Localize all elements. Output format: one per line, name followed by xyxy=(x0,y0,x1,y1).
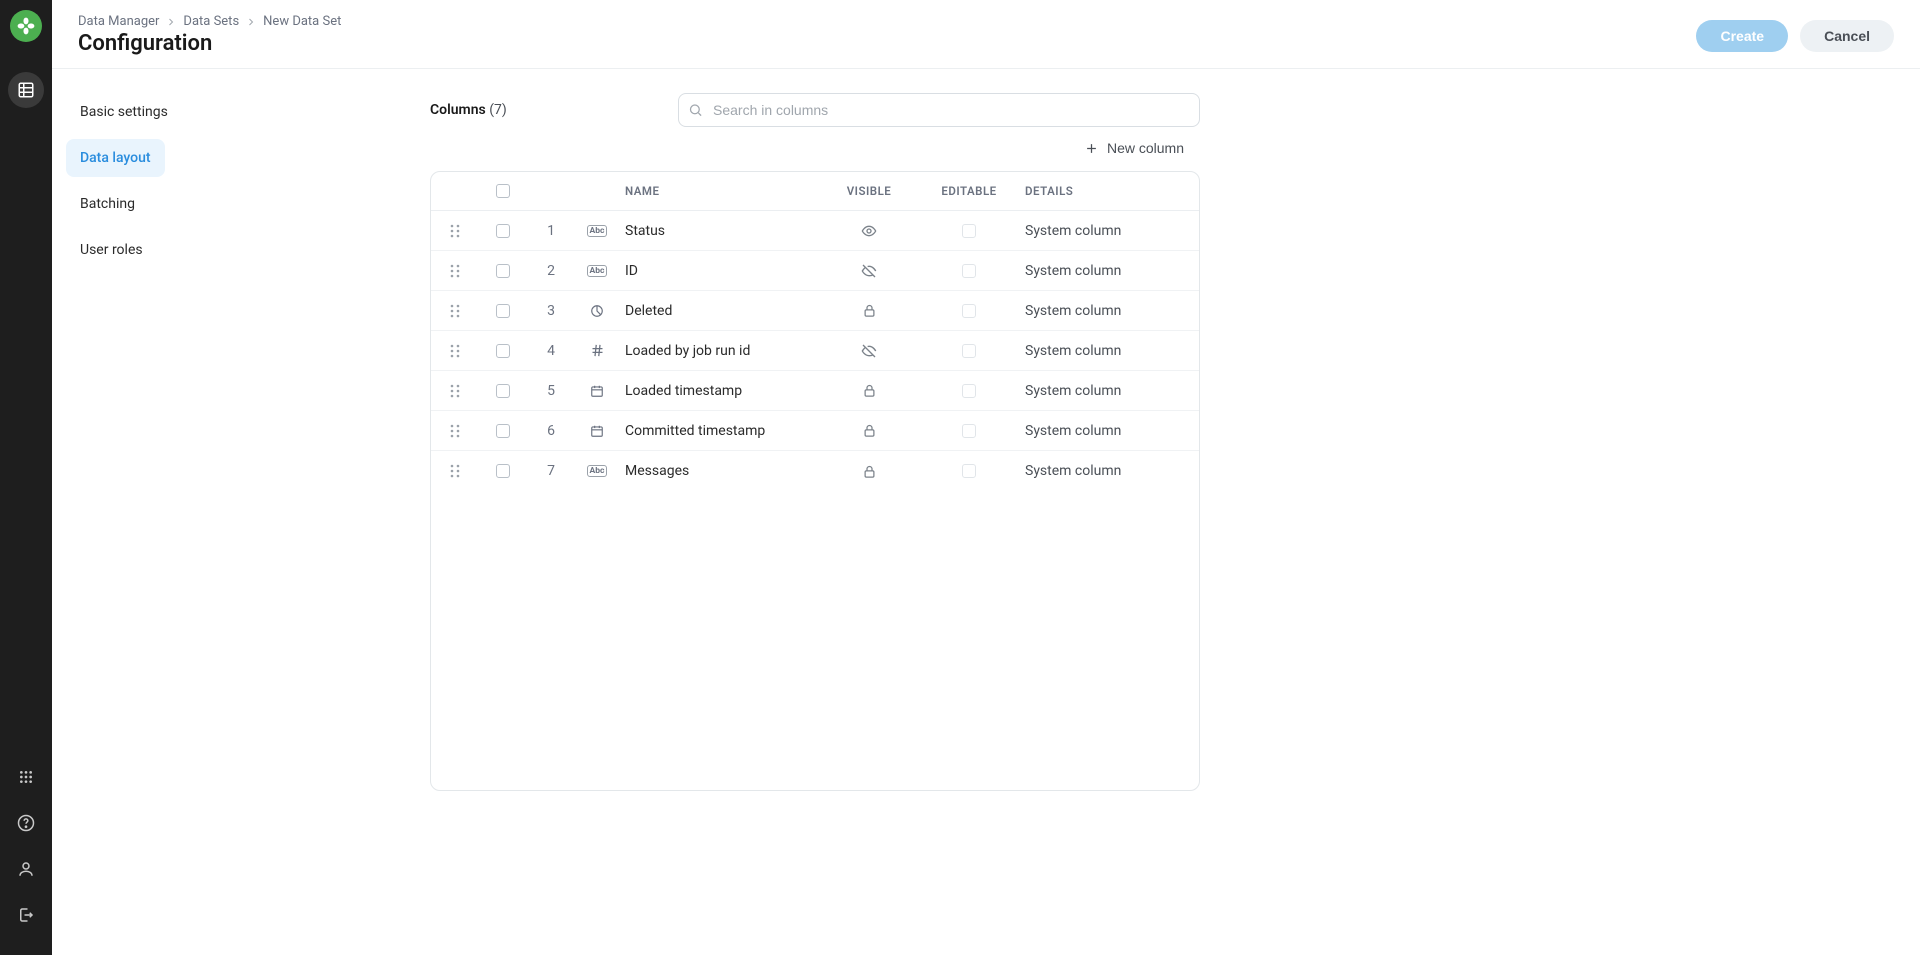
nav-help-icon[interactable] xyxy=(8,805,44,841)
column-name: Status xyxy=(619,223,819,239)
drag-handle-icon[interactable] xyxy=(431,304,479,318)
row-number: 7 xyxy=(527,463,575,479)
breadcrumb-item[interactable]: New Data Set xyxy=(263,14,341,29)
editable-checkbox xyxy=(962,304,976,318)
row-checkbox[interactable] xyxy=(496,424,510,438)
table-row[interactable]: 4 Loaded by job run id System column xyxy=(431,331,1199,371)
breadcrumb-item[interactable]: Data Manager xyxy=(78,14,159,29)
table-row[interactable]: 7AbcMessages System column xyxy=(431,451,1199,491)
side-tab-user-roles[interactable]: User roles xyxy=(66,231,157,269)
col-header-editable: EDITABLE xyxy=(919,184,1019,198)
visibility-icon[interactable] xyxy=(819,423,919,438)
columns-label: Columns (7) xyxy=(430,102,507,118)
editable-checkbox xyxy=(962,384,976,398)
column-type-icon xyxy=(575,343,619,358)
column-name: Messages xyxy=(619,463,819,479)
column-type-icon xyxy=(575,384,619,398)
column-type-icon: Abc xyxy=(575,465,619,477)
drag-handle-icon[interactable] xyxy=(431,464,479,478)
row-checkbox[interactable] xyxy=(496,464,510,478)
column-name: Loaded by job run id xyxy=(619,343,819,359)
drag-handle-icon[interactable] xyxy=(431,424,479,438)
editable-checkbox xyxy=(962,424,976,438)
nav-data-sets-icon[interactable] xyxy=(8,72,44,108)
breadcrumb: Data Manager Data Sets New Data Set xyxy=(78,14,341,29)
page-header: Data Manager Data Sets New Data Set Conf… xyxy=(52,0,1920,69)
column-name: ID xyxy=(619,263,819,279)
nav-user-icon[interactable] xyxy=(8,851,44,887)
column-details: System column xyxy=(1019,383,1199,399)
column-type-icon: Abc xyxy=(575,265,619,277)
side-tab-basic-settings[interactable]: Basic settings xyxy=(66,93,182,131)
app-logo xyxy=(10,10,42,42)
cancel-button[interactable]: Cancel xyxy=(1800,20,1894,52)
column-details: System column xyxy=(1019,223,1199,239)
table-row[interactable]: 6 Committed timestamp System column xyxy=(431,411,1199,451)
drag-handle-icon[interactable] xyxy=(431,384,479,398)
editable-checkbox xyxy=(962,224,976,238)
new-column-button[interactable]: New column xyxy=(1078,139,1190,157)
table-row[interactable]: 3 Deleted System column xyxy=(431,291,1199,331)
column-details: System column xyxy=(1019,263,1199,279)
editable-checkbox xyxy=(962,344,976,358)
row-checkbox[interactable] xyxy=(496,224,510,238)
column-name: Committed timestamp xyxy=(619,423,819,439)
visibility-icon[interactable] xyxy=(819,343,919,359)
column-type-icon: Abc xyxy=(575,225,619,237)
columns-table: NAME VISIBLE EDITABLE DETAILS 1AbcStatus… xyxy=(430,171,1200,791)
column-details: System column xyxy=(1019,303,1199,319)
row-number: 5 xyxy=(527,383,575,399)
column-details: System column xyxy=(1019,343,1199,359)
visibility-icon[interactable] xyxy=(819,263,919,279)
nav-apps-icon[interactable] xyxy=(8,759,44,795)
search-columns-input[interactable] xyxy=(678,93,1200,127)
side-tab-batching[interactable]: Batching xyxy=(66,185,149,223)
chevron-right-icon xyxy=(165,16,177,28)
visibility-icon[interactable] xyxy=(819,464,919,479)
table-row[interactable]: 5 Loaded timestamp System column xyxy=(431,371,1199,411)
page-title: Configuration xyxy=(78,31,341,56)
row-checkbox[interactable] xyxy=(496,344,510,358)
visibility-icon[interactable] xyxy=(819,383,919,398)
drag-handle-icon[interactable] xyxy=(431,224,479,238)
row-checkbox[interactable] xyxy=(496,304,510,318)
row-number: 2 xyxy=(527,263,575,279)
row-checkbox[interactable] xyxy=(496,384,510,398)
editable-checkbox xyxy=(962,464,976,478)
row-number: 3 xyxy=(527,303,575,319)
editable-checkbox xyxy=(962,264,976,278)
search-icon xyxy=(688,103,703,118)
create-button[interactable]: Create xyxy=(1696,20,1788,52)
plus-icon xyxy=(1084,141,1099,156)
nav-rail xyxy=(0,0,52,955)
side-tab-data-layout[interactable]: Data layout xyxy=(66,139,165,177)
drag-handle-icon[interactable] xyxy=(431,264,479,278)
col-header-details: DETAILS xyxy=(1019,184,1199,198)
row-number: 1 xyxy=(527,223,575,239)
col-header-visible: VISIBLE xyxy=(819,184,919,198)
breadcrumb-item[interactable]: Data Sets xyxy=(183,14,239,29)
table-row[interactable]: 2AbcID System column xyxy=(431,251,1199,291)
table-row[interactable]: 1AbcStatus System column xyxy=(431,211,1199,251)
column-type-icon xyxy=(575,304,619,318)
settings-side-tabs: Basic settings Data layout Batching User… xyxy=(52,69,430,955)
nav-logout-icon[interactable] xyxy=(8,897,44,933)
column-type-icon xyxy=(575,424,619,438)
row-number: 4 xyxy=(527,343,575,359)
row-checkbox[interactable] xyxy=(496,264,510,278)
column-details: System column xyxy=(1019,423,1199,439)
column-name: Loaded timestamp xyxy=(619,383,819,399)
drag-handle-icon[interactable] xyxy=(431,344,479,358)
column-details: System column xyxy=(1019,463,1199,479)
select-all-checkbox[interactable] xyxy=(496,184,510,198)
chevron-right-icon xyxy=(245,16,257,28)
visibility-icon[interactable] xyxy=(819,303,919,318)
visibility-icon[interactable] xyxy=(819,223,919,239)
column-name: Deleted xyxy=(619,303,819,319)
row-number: 6 xyxy=(527,423,575,439)
col-header-name: NAME xyxy=(619,184,819,198)
